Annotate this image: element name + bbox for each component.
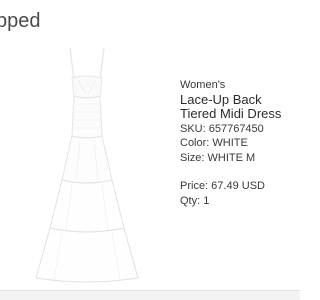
details-spacer <box>180 165 300 179</box>
product-category: Women's <box>180 79 226 91</box>
footer-bar <box>0 290 300 300</box>
product-color: Color: WHITE <box>180 137 248 149</box>
product-price: Price: 67.49 USD <box>180 180 265 192</box>
product-sku: SKU: 657767450 <box>180 122 264 135</box>
dress-image <box>35 47 139 283</box>
product-size: Size: WHITE M <box>180 151 256 164</box>
product-qty: Qty: 1 <box>180 194 210 207</box>
order-details-page: pped Women's Lace-Up Back Tiered Midi Dr… <box>0 0 300 300</box>
product-image[interactable] <box>0 40 170 288</box>
section-heading: pped <box>0 10 41 32</box>
product-details: Women's Lace-Up Back Tiered Midi Dress S… <box>180 78 300 208</box>
product-name[interactable]: Lace-Up Back Tiered Midi Dress <box>180 92 300 122</box>
